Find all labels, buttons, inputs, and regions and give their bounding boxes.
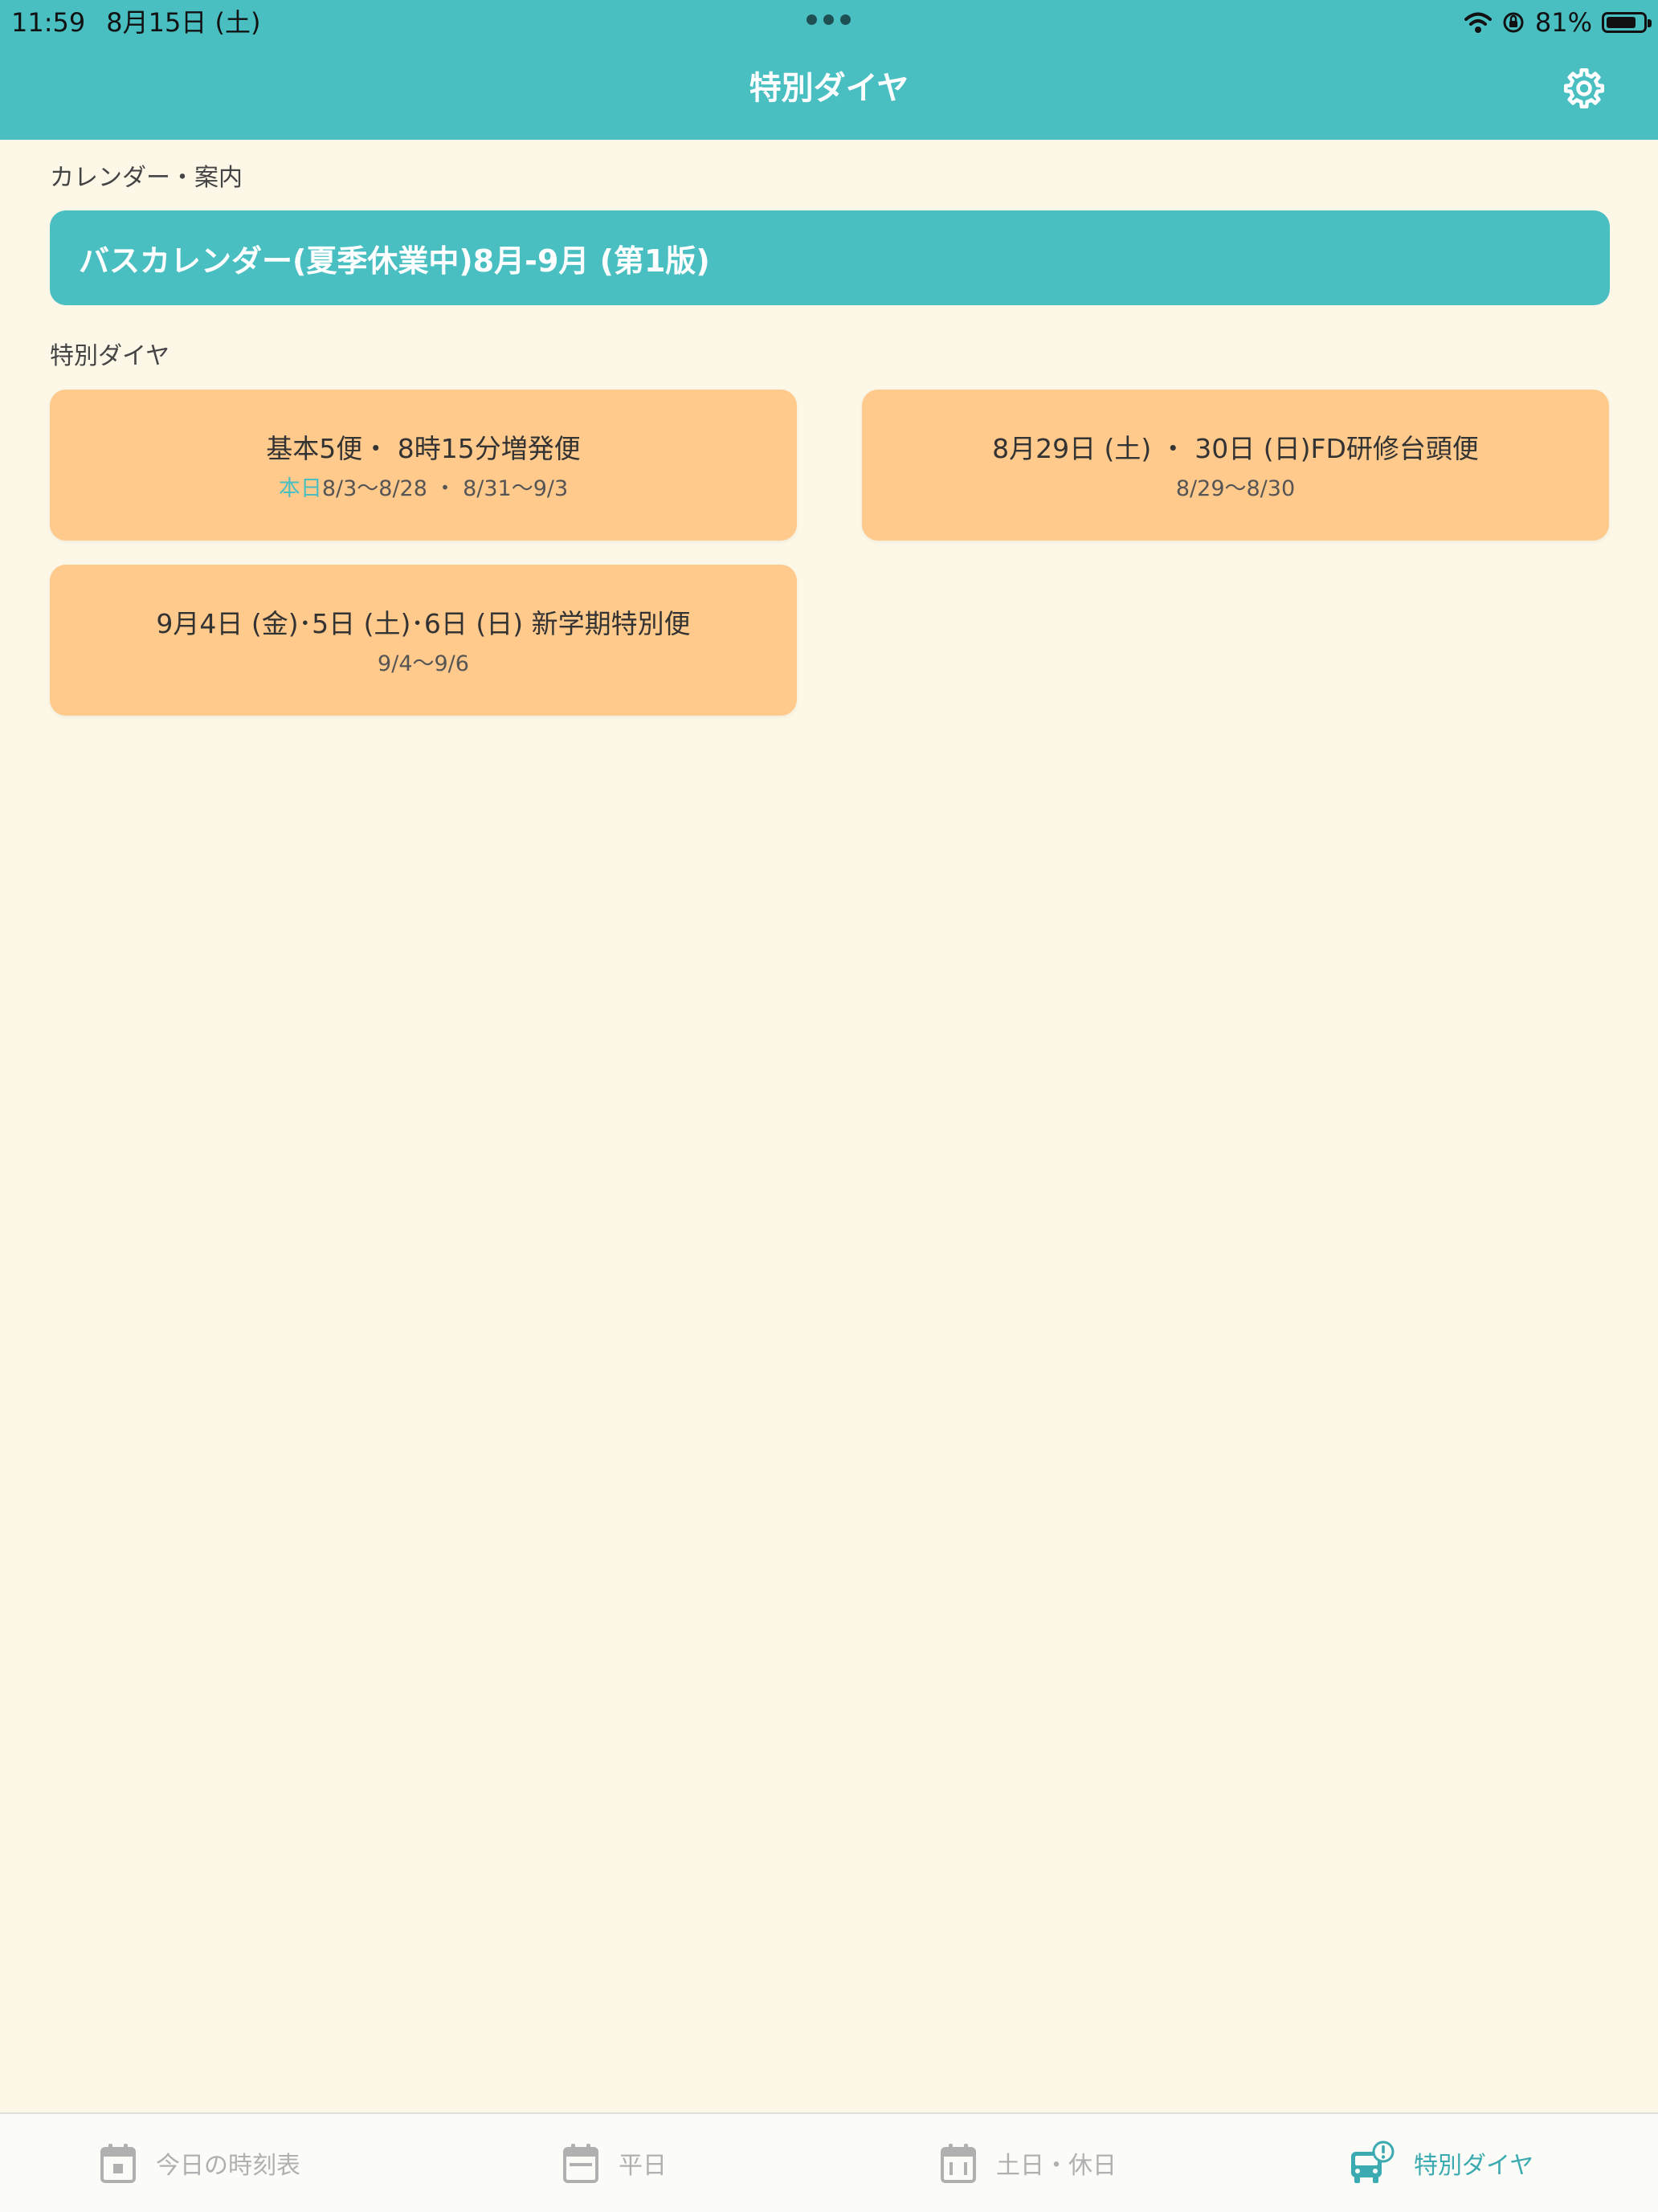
multitasking-dots-icon[interactable] (807, 14, 851, 26)
tab-label: 特別ダイヤ (1414, 2152, 1534, 2180)
special-timetable-card[interactable]: 基本5便・ 8時15分増発便 本日8/3〜8/28 ・ 8/31〜9/3 (50, 390, 797, 541)
card-title: 基本5便・ 8時15分増発便 (266, 433, 581, 464)
tab-today[interactable]: 今日の時刻表 (100, 2114, 300, 2212)
card-dates: 本日8/3〜8/28 ・ 8/31〜9/3 (50, 475, 797, 504)
tab-bar: 今日の時刻表 平日 土日・休日 特別ダイヤ (0, 2112, 1658, 2212)
tab-label: 今日の時刻表 (156, 2152, 300, 2180)
tab-holiday[interactable]: 土日・休日 (940, 2114, 1117, 2212)
tab-label: 土日・休日 (996, 2152, 1117, 2180)
wifi-icon (1464, 12, 1492, 33)
calendar-today-icon (100, 2144, 136, 2183)
card-date-range: 8/3〜8/28 ・ 8/31〜9/3 (321, 476, 569, 501)
app-header: 11:59 8月15日 (土) 81% 特別ダイヤ (0, 0, 1658, 140)
card-title: 9月4日 (金)･5日 (土)･6日 (日) 新学期特別便 (156, 608, 691, 639)
tab-special[interactable]: 特別ダイヤ (1350, 2114, 1533, 2212)
calendar-holiday-icon (941, 2144, 976, 2183)
status-time: 11:59 (11, 7, 86, 38)
special-timetable-card[interactable]: 8月29日 (土) ・ 30日 (日)FD研修台頭便 8/29〜8/30 (862, 390, 1609, 541)
section-label-special: 特別ダイヤ (50, 342, 170, 370)
orientation-lock-icon (1503, 12, 1524, 33)
bus-calendar-button[interactable]: バスカレンダー(夏季休業中)8月-9月 (第1版) (50, 210, 1610, 305)
tab-label: 平日 (619, 2152, 667, 2180)
card-title: 8月29日 (土) ・ 30日 (日)FD研修台頭便 (992, 433, 1479, 464)
card-date-range: 8/29〜8/30 (1175, 476, 1296, 501)
bus-alert-icon (1351, 2141, 1395, 2183)
battery-percent: 81% (1534, 7, 1592, 38)
card-dates: 9/4〜9/6 (50, 650, 797, 679)
status-indicators: 81% (1464, 6, 1652, 39)
app-screen: 11:59 8月15日 (土) 81% 特別ダイヤ カレンダー・案内 バスカレン… (0, 0, 1658, 2212)
bus-calendar-label: バスカレンダー(夏季休業中)8月-9月 (第1版) (79, 243, 710, 279)
special-timetable-card[interactable]: 9月4日 (金)･5日 (土)･6日 (日) 新学期特別便 9/4〜9/6 (50, 565, 797, 716)
card-date-range: 9/4〜9/6 (378, 651, 469, 676)
calendar-weekday-icon (563, 2144, 598, 2183)
status-bar-time: 11:59 8月15日 (土) (11, 5, 260, 40)
section-label-calendar: カレンダー・案内 (50, 164, 243, 192)
tab-weekday[interactable]: 平日 (562, 2114, 667, 2212)
status-date: 8月15日 (土) (106, 7, 261, 38)
today-badge: 本日 (278, 476, 322, 501)
gear-icon[interactable] (1562, 66, 1607, 111)
battery-icon (1602, 12, 1652, 33)
card-dates: 8/29〜8/30 (862, 475, 1609, 504)
page-title: 特別ダイヤ (749, 70, 909, 107)
